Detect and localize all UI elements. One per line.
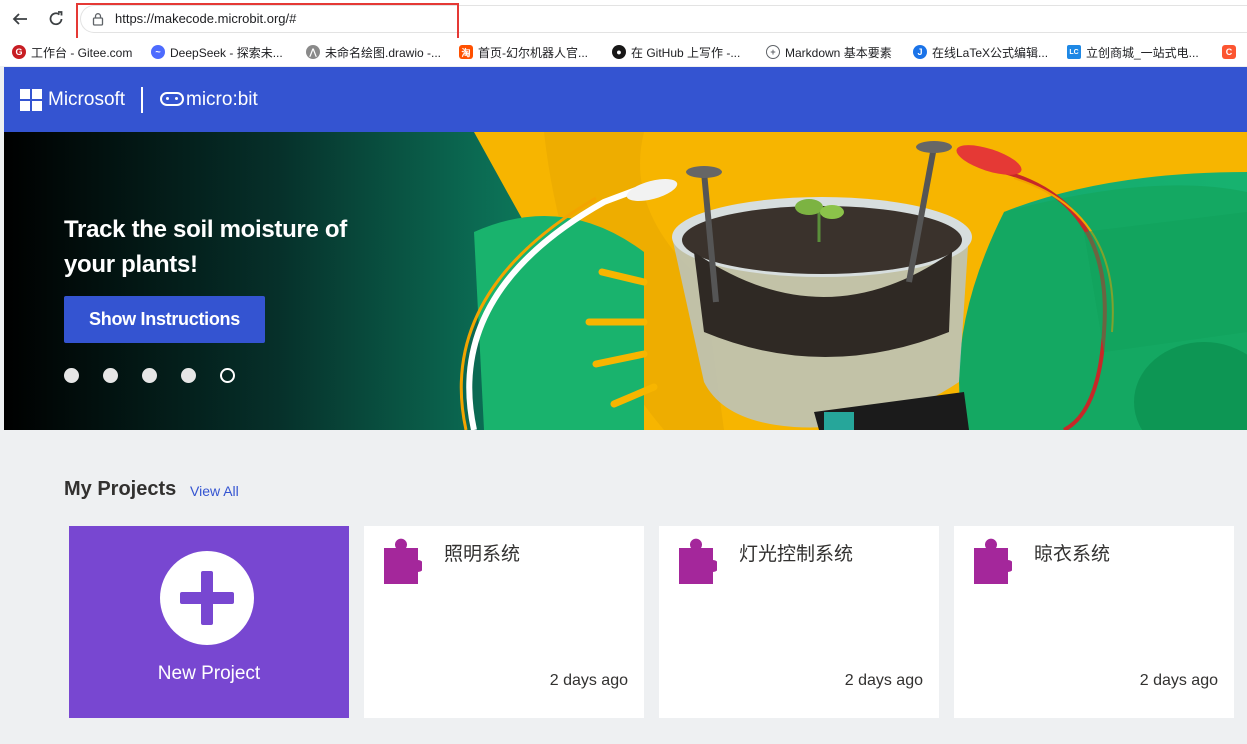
bookmark-github[interactable]: ● 在 GitHub 上写作 -... <box>612 43 740 61</box>
deepseek-icon: ~ <box>151 45 165 59</box>
carousel-dot-2[interactable] <box>103 368 118 383</box>
bookmark-hiwonder[interactable]: 淘 首页-幻尔机器人官... <box>459 43 588 61</box>
bookmark-gitee[interactable]: G 工作台 - Gitee.com <box>12 43 132 61</box>
carousel-dot-1[interactable] <box>64 368 79 383</box>
reload-button[interactable] <box>43 6 69 32</box>
view-all-link[interactable]: View All <box>190 483 239 499</box>
bookmark-label: 立创商城_一站式电... <box>1086 45 1199 60</box>
bookmark-label: DeepSeek - 探索未... <box>170 45 283 60</box>
globe-icon: + <box>766 45 780 59</box>
bookmark-csdn[interactable]: C <box>1222 43 1241 61</box>
project-time: 2 days ago <box>844 672 923 689</box>
csdn-icon: C <box>1222 45 1236 59</box>
project-time: 2 days ago <box>549 672 628 689</box>
project-card[interactable]: 晾衣系统 2 days ago <box>954 526 1234 718</box>
bookmark-drawio[interactable]: ⋀ 未命名绘图.drawio -... <box>306 43 441 61</box>
new-project-label: New Project <box>157 663 261 684</box>
bookmark-label: Markdown 基本要素 <box>785 45 892 60</box>
browser-toolbar: https://makecode.microbit.org/# <box>0 0 1247 45</box>
bookmark-label: 首页-幻尔机器人官... <box>478 45 588 60</box>
back-arrow-icon <box>12 13 27 25</box>
project-name: 灯光控制系统 <box>739 543 854 565</box>
address-bar[interactable]: https://makecode.microbit.org/# <box>80 5 1247 33</box>
url-text[interactable]: https://makecode.microbit.org/# <box>115 11 296 26</box>
puzzle-icon <box>384 538 422 584</box>
show-instructions-button[interactable]: Show Instructions <box>64 296 265 343</box>
project-name: 晾衣系统 <box>1034 543 1111 565</box>
taobao-icon: 淘 <box>459 45 473 59</box>
github-icon: ● <box>612 45 626 59</box>
bookmark-lcsc[interactable]: LC 立创商城_一站式电... <box>1067 43 1199 61</box>
carousel-dots <box>64 368 259 383</box>
carousel-dot-5[interactable] <box>220 368 235 383</box>
puzzle-icon <box>679 538 717 584</box>
reload-icon <box>49 11 63 26</box>
lcsc-icon: LC <box>1067 45 1081 59</box>
microsoft-brand[interactable]: Microsoft <box>48 89 125 111</box>
drawio-icon: ⋀ <box>306 45 320 59</box>
bookmark-latex[interactable]: J 在线LaTeX公式编辑... <box>913 43 1048 61</box>
puzzle-icon <box>974 538 1012 584</box>
bookmark-label: 未命名绘图.drawio -... <box>325 45 442 60</box>
microbit-brand[interactable]: micro:bit <box>186 89 258 111</box>
new-project-card[interactable]: New Project <box>69 526 349 718</box>
carousel-dot-3[interactable] <box>142 368 157 383</box>
bookmark-deepseek[interactable]: ~ DeepSeek - 探索未... <box>151 43 283 61</box>
bookmark-label: 在 GitHub 上写作 -... <box>631 45 741 60</box>
carousel-dot-4[interactable] <box>181 368 196 383</box>
latex-icon: J <box>913 45 927 59</box>
project-name: 照明系统 <box>444 543 521 565</box>
my-projects-heading: My Projects <box>64 478 177 500</box>
microsoft-logo-icon[interactable] <box>20 89 42 111</box>
bookmarks-bar: G 工作台 - Gitee.com ~ DeepSeek - 探索未... ⋀ … <box>0 38 1247 66</box>
bookmark-label: 在线LaTeX公式编辑... <box>932 45 1049 60</box>
lock-icon[interactable] <box>91 12 105 26</box>
project-card[interactable]: 照明系统 2 days ago <box>364 526 644 718</box>
brand-divider <box>141 87 143 113</box>
gitee-icon: G <box>12 45 26 59</box>
site-header: Microsoft micro:bit <box>4 67 1247 132</box>
project-card[interactable]: 灯光控制系统 2 days ago <box>659 526 939 718</box>
plus-icon <box>160 551 254 645</box>
project-time: 2 days ago <box>1139 672 1218 689</box>
bookmark-label: 工作台 - Gitee.com <box>31 45 133 60</box>
hero-banner: Track the soil moisture of your plants! … <box>4 132 1247 430</box>
microbit-logo-icon[interactable] <box>160 92 184 106</box>
bookmark-markdown[interactable]: + Markdown 基本要素 <box>766 43 892 61</box>
hero-title: Track the soil moisture of your plants! <box>64 216 347 278</box>
back-button[interactable] <box>7 6 33 32</box>
